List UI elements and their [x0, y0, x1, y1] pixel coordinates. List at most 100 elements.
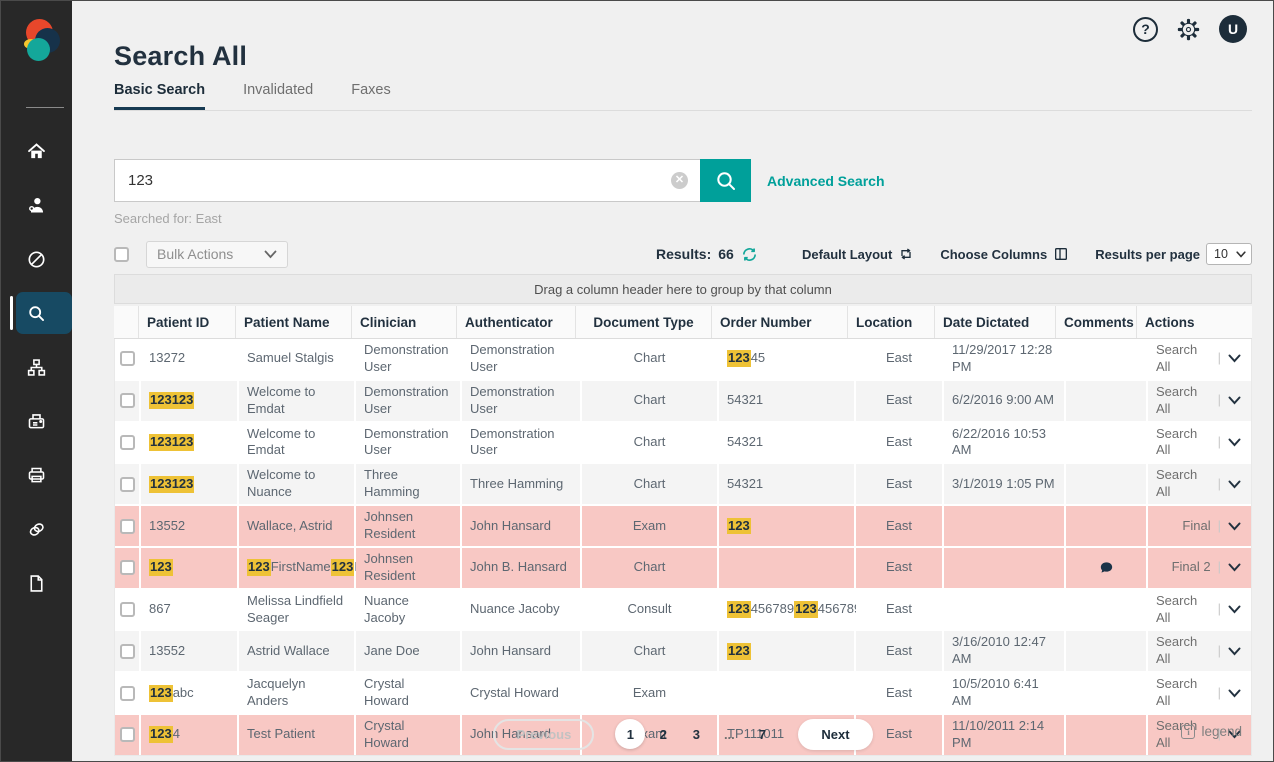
legend-button[interactable]: i legend: [1181, 724, 1242, 739]
action-divider: |: [1218, 685, 1221, 702]
cell-location: East: [856, 590, 942, 630]
row-actions-chevron[interactable]: [1228, 396, 1241, 405]
tab-invalidated[interactable]: Invalidated: [243, 82, 313, 110]
sidebar-item-dashboard[interactable]: [1, 232, 72, 286]
previous-page-button[interactable]: Previous: [493, 719, 594, 750]
row-actions-chevron[interactable]: [1228, 480, 1241, 489]
sidebar-item-fax[interactable]: [1, 394, 72, 448]
row-checkbox[interactable]: [120, 393, 135, 408]
cell-order-number: 123: [719, 506, 854, 546]
cell-actions: Final 2|: [1148, 548, 1251, 588]
row-action-link[interactable]: Search All: [1156, 342, 1211, 376]
action-divider: |: [1218, 350, 1221, 367]
cell-comments: [1066, 631, 1146, 671]
document-icon: [26, 573, 47, 594]
cell-order-number: 54321: [719, 381, 854, 421]
cell-authenticator: John B. Hansard: [462, 548, 580, 588]
column-header-actions[interactable]: Actions: [1137, 306, 1252, 338]
column-header-comments[interactable]: Comments: [1056, 306, 1136, 338]
sidebar-item-print[interactable]: [1, 448, 72, 502]
refresh-icon[interactable]: [741, 246, 758, 263]
cell-patient-id: 123abc: [141, 673, 237, 713]
sidebar-item-home[interactable]: [1, 124, 72, 178]
row-checkbox[interactable]: [120, 477, 135, 492]
cell-comments: [1066, 339, 1146, 379]
column-header-patient-id[interactable]: Patient ID: [139, 306, 235, 338]
default-layout-button[interactable]: Default Layout: [802, 246, 914, 262]
next-page-button[interactable]: Next: [798, 719, 872, 750]
row-actions-chevron[interactable]: [1228, 438, 1241, 447]
page-number-2[interactable]: 2: [648, 719, 678, 749]
row-action-link[interactable]: Search All: [1156, 384, 1211, 418]
sidebar-item-search[interactable]: [1, 286, 72, 340]
row-action-link[interactable]: Final 2: [1172, 559, 1211, 576]
sidebar-item-clinicians[interactable]: [1, 178, 72, 232]
row-action-link[interactable]: Final: [1182, 518, 1210, 535]
bulk-actions-select[interactable]: Bulk Actions: [146, 241, 288, 268]
row-actions-chevron[interactable]: [1228, 522, 1241, 531]
row-action-link[interactable]: Search All: [1156, 634, 1211, 668]
cell-document-type: Chart: [582, 548, 717, 588]
tab-faxes[interactable]: Faxes: [351, 82, 391, 110]
page-number-7[interactable]: 7: [747, 719, 777, 749]
help-button[interactable]: ?: [1133, 17, 1158, 42]
row-checkbox[interactable]: [120, 644, 135, 659]
search-input[interactable]: [114, 159, 700, 202]
row-action-link[interactable]: Search All: [1156, 676, 1211, 710]
per-page-select[interactable]: 10: [1206, 243, 1252, 265]
row-actions-chevron[interactable]: [1228, 605, 1241, 614]
cell-patient-name: 123FirstName123LastName: [239, 548, 354, 588]
cell-patient-name: Welcome to Nuance: [239, 464, 354, 504]
sidebar-item-documents[interactable]: [1, 556, 72, 610]
row-checkbox[interactable]: [120, 351, 135, 366]
row-checkbox[interactable]: [120, 435, 135, 450]
choose-columns-button[interactable]: Choose Columns: [940, 246, 1069, 262]
cell-date-dictated: 6/22/2016 10:53 AM: [944, 423, 1064, 463]
select-all-checkbox[interactable]: [114, 247, 129, 262]
clear-search-icon[interactable]: ✕: [671, 172, 688, 189]
row-checkbox[interactable]: [120, 560, 135, 575]
column-header-clinician[interactable]: Clinician: [352, 306, 456, 338]
cell-date-dictated: [944, 506, 1064, 546]
column-header-date-dictated[interactable]: Date Dictated: [935, 306, 1055, 338]
user-avatar[interactable]: U: [1219, 15, 1247, 43]
column-header-location[interactable]: Location: [848, 306, 934, 338]
row-actions-chevron[interactable]: [1228, 354, 1241, 363]
page-number-1[interactable]: 1: [615, 719, 645, 749]
search-button[interactable]: [700, 159, 751, 202]
advanced-search-link[interactable]: Advanced Search: [767, 173, 885, 189]
cell-document-type: Exam: [582, 506, 717, 546]
cell-actions: Search All|: [1148, 631, 1251, 671]
info-icon: i: [1181, 725, 1195, 739]
column-header-order-number[interactable]: Order Number: [712, 306, 847, 338]
row-checkbox[interactable]: [120, 686, 135, 701]
cell-date-dictated: [944, 548, 1064, 588]
sidebar-item-links[interactable]: [1, 502, 72, 556]
column-header-authenticator[interactable]: Authenticator: [457, 306, 575, 338]
cell-row-select: [115, 590, 139, 630]
row-action-link[interactable]: Search All: [1156, 426, 1211, 460]
row-actions-chevron[interactable]: [1228, 689, 1241, 698]
row-action-link[interactable]: Search All: [1156, 593, 1211, 627]
comment-icon[interactable]: [1098, 560, 1115, 576]
app-logo: [1, 1, 72, 71]
cell-row-select: [115, 631, 139, 671]
sidebar-item-workflow[interactable]: [1, 340, 72, 394]
row-actions-chevron[interactable]: [1228, 647, 1241, 656]
tab-basic-search[interactable]: Basic Search: [114, 82, 205, 110]
group-by-dropzone[interactable]: Drag a column header here to group by th…: [114, 274, 1252, 304]
cell-clinician: Nuance Jacoby: [356, 590, 460, 630]
cell-clinician: Demonstration User: [356, 381, 460, 421]
settings-button[interactable]: [1175, 16, 1202, 43]
row-action-link[interactable]: Search All: [1156, 467, 1211, 501]
row-checkbox[interactable]: [120, 602, 135, 617]
cell-patient-id: 123123: [141, 423, 237, 463]
column-header-patient-name[interactable]: Patient Name: [236, 306, 351, 338]
column-header-document-type[interactable]: Document Type: [576, 306, 711, 338]
cell-patient-name: Astrid Wallace: [239, 631, 354, 671]
cell-row-select: [115, 548, 139, 588]
cell-comments: [1066, 590, 1146, 630]
row-actions-chevron[interactable]: [1228, 563, 1241, 572]
page-number-3[interactable]: 3: [681, 719, 711, 749]
row-checkbox[interactable]: [120, 519, 135, 534]
